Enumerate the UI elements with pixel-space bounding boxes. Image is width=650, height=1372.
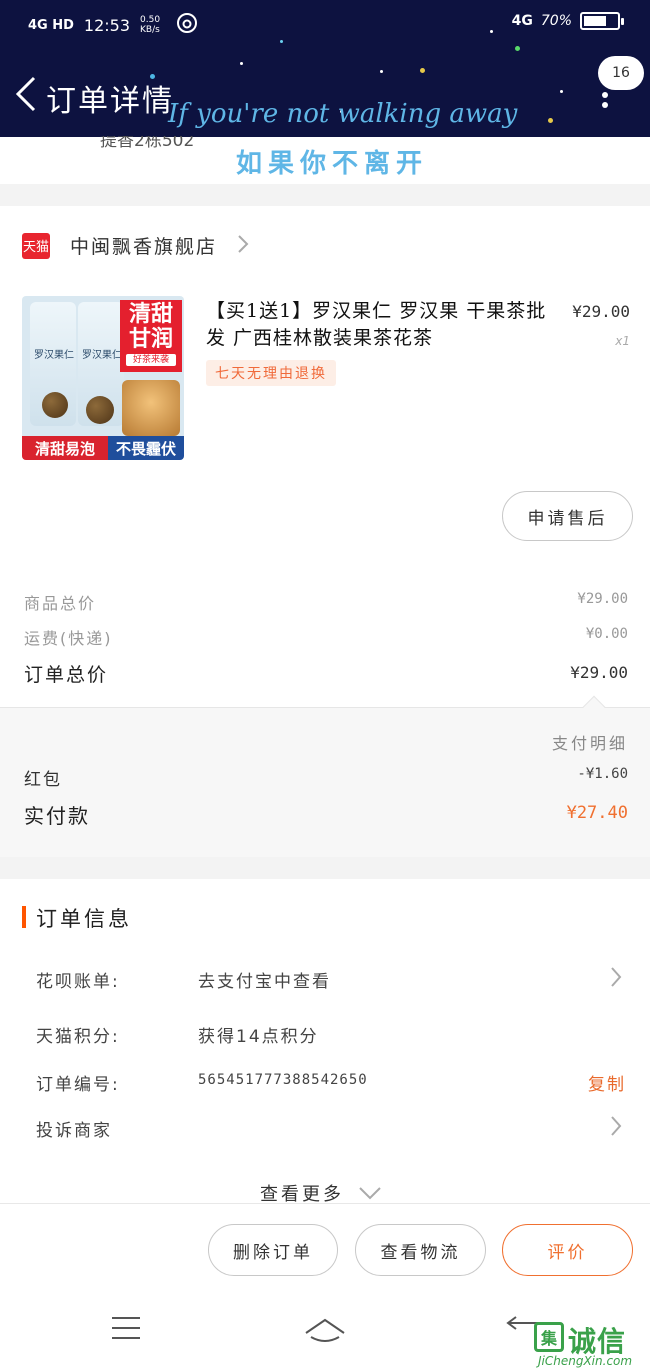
star-decoration [240,62,243,65]
more-menu-icon[interactable] [602,92,608,112]
store-name: 中闽飘香旗舰店 [70,236,218,258]
network-speed: 0.50 KB/s [140,15,161,35]
star-decoration [420,68,425,73]
paid-amount-value: ¥27.40 [566,803,628,823]
star-decoration [380,70,383,73]
goods-total-value: ¥29.00 [577,591,628,607]
section-divider [0,857,650,879]
battery-icon [580,12,624,30]
notification-badge[interactable]: 16 [598,56,644,90]
chevron-right-icon[interactable] [610,1115,622,1141]
order-info-title: 订单信息 [36,907,132,931]
product-image[interactable]: 罗汉果仁 罗汉果仁 清甜甘润 好茶来袭 清甜易泡 不畏霾伏 [22,296,184,460]
copy-order-number-button[interactable]: 复制 [588,1070,626,1095]
review-button[interactable]: 评价 [502,1224,633,1276]
star-decoration [280,40,283,43]
product-price: ¥29.00 [572,302,630,321]
after-sale-button[interactable]: 申请售后 [502,491,633,541]
watermark-logo: 集 诚信 JiChengXin.com [526,1320,646,1370]
network-indicator: 4G HD [28,17,74,33]
app-header: 4G HD 12:53 0.50 KB/s 4G 70% 订单详情 If you… [0,0,650,137]
fruit-graphic [86,396,114,424]
status-bar-left: 4G HD 12:53 0.50 KB/s [28,12,198,38]
store-header[interactable]: 天猫 中闽飘香旗舰店 [22,232,249,259]
delete-order-button[interactable]: 删除订单 [208,1224,338,1276]
view-logistics-button[interactable]: 查看物流 [355,1224,486,1276]
status-bar-right: 4G 70% [511,12,624,30]
home-icon[interactable] [303,1315,347,1349]
battery-percent: 70% [540,13,572,29]
tmall-badge-icon: 天猫 [22,232,50,259]
star-decoration [515,46,520,51]
netease-music-icon [176,12,198,38]
shipping-value: ¥0.00 [585,626,628,642]
product-image-badge: 清甜甘润 好茶来袭 [120,300,182,372]
watermark-box: 集 [534,1322,564,1352]
page-title: 订单详情 [46,84,174,119]
section-divider [0,184,650,206]
network-right: 4G [511,13,533,29]
red-packet-label: 红包 [24,770,62,790]
chevron-down-icon [359,1187,381,1200]
watermark-url: JiChengXin.com [538,1354,633,1368]
time-text: 12:53 [83,15,131,35]
address-fragment: 提香2栋502 [100,136,195,151]
payment-detail-label: 支付明细 [551,734,628,753]
back-button[interactable] [12,72,42,116]
order-total-label: 订单总价 [24,664,109,686]
product-title[interactable]: 【买1送1】罗汉果仁 罗汉果 干果茶批发 广西桂林散装果茶花茶 [206,298,551,352]
points-value: 获得14点积分 [198,1027,319,1047]
product-quantity: x1 [615,334,630,348]
chevron-right-icon [237,234,249,258]
return-policy-tag: 七天无理由退换 [206,360,336,386]
menu-icon[interactable] [110,1315,142,1345]
fruit-graphic [42,392,68,418]
chevron-left-icon [15,76,36,112]
complaint-link[interactable]: 投诉商家 [36,1116,112,1141]
red-packet-value: -¥1.60 [577,766,628,782]
huabei-label: 花呗账单: [36,972,120,992]
overlay-caption-en: If you're not walking away [168,99,518,129]
order-total-value: ¥29.00 [570,663,628,682]
points-label: 天猫积分: [36,1027,120,1047]
overlay-caption-zh: 如果你不离开 [236,149,429,179]
chevron-right-icon[interactable] [610,966,622,992]
huabei-link[interactable]: 去支付宝中查看 [198,967,331,992]
product-image-strip-right: 不畏霾伏 [108,436,184,460]
star-decoration [490,30,493,33]
star-decoration [560,90,563,93]
panel-notch [582,695,606,719]
star-decoration [548,118,553,123]
paid-amount-label: 实付款 [24,804,90,828]
order-number-label: 订单编号: [36,1075,120,1095]
section-accent-bar [22,906,26,928]
shipping-label: 运费(快递) [24,629,113,648]
product-image-strip-left: 清甜易泡 [22,436,108,460]
order-number-value: 565451777388542650 [198,1072,368,1088]
goods-total-label: 商品总价 [24,594,97,613]
tea-jar-graphic [122,380,180,436]
